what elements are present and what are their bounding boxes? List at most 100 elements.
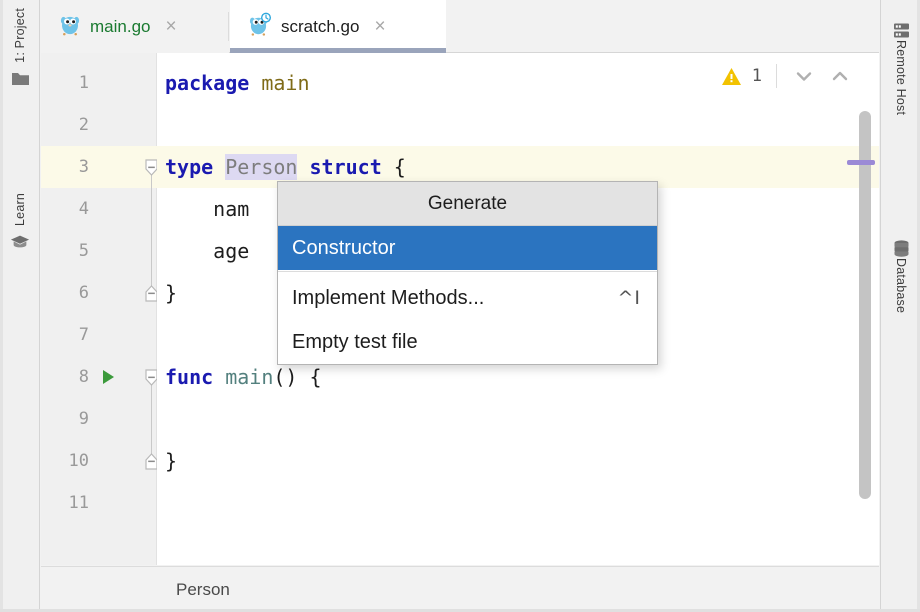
code-token bbox=[249, 71, 261, 95]
line-number: 7 bbox=[41, 325, 89, 345]
tab-divider bbox=[228, 12, 229, 41]
fold-region-line bbox=[151, 167, 152, 293]
popup-menu-item[interactable]: Empty test file bbox=[278, 320, 657, 364]
code-token: } bbox=[165, 449, 177, 473]
sidebar-item-label: Remote Host bbox=[881, 40, 920, 115]
code-line[interactable]: } bbox=[157, 440, 879, 482]
code-line-text: } bbox=[165, 449, 177, 473]
run-gutter-icon[interactable] bbox=[103, 370, 114, 384]
code-line-text: package main bbox=[165, 71, 310, 95]
code-token: () { bbox=[273, 365, 321, 389]
code-token: package bbox=[165, 71, 249, 95]
editor-tab-bar: main.go × bbox=[41, 0, 879, 53]
gutter-row[interactable]: 8 bbox=[41, 356, 157, 398]
tab-label: scratch.go bbox=[281, 17, 359, 37]
breadcrumb-bar: Person bbox=[41, 566, 879, 612]
fold-region-line bbox=[151, 377, 152, 461]
code-token: main bbox=[261, 71, 309, 95]
code-token: age bbox=[165, 239, 249, 263]
ide-window: 1: Project Learn bbox=[0, 0, 920, 612]
warning-count: 1 bbox=[752, 66, 762, 86]
code-token: main bbox=[225, 365, 273, 389]
sidebar-item-label: Database bbox=[881, 258, 920, 313]
warning-triangle-icon[interactable] bbox=[721, 67, 742, 86]
line-number: 2 bbox=[41, 115, 89, 135]
tab-scratch-go[interactable]: scratch.go × bbox=[230, 0, 446, 53]
inspection-widget: 1 bbox=[721, 61, 853, 91]
line-number: 1 bbox=[41, 73, 89, 93]
sidebar-item-label: 1: Project bbox=[0, 8, 40, 63]
folder-icon bbox=[10, 69, 30, 89]
popup-item-label: Empty test file bbox=[292, 331, 418, 354]
gutter-row[interactable]: 9 bbox=[41, 398, 157, 440]
close-icon[interactable]: × bbox=[374, 17, 385, 36]
breadcrumb[interactable]: Person bbox=[176, 580, 230, 600]
code-token bbox=[213, 365, 225, 389]
code-token: type bbox=[165, 155, 213, 179]
code-line-text: age bbox=[165, 239, 249, 263]
code-token: } bbox=[165, 281, 177, 305]
chevron-up-icon[interactable] bbox=[827, 63, 853, 89]
gutter-row[interactable]: 6 bbox=[41, 272, 157, 314]
code-token bbox=[297, 155, 309, 179]
code-line[interactable] bbox=[157, 398, 879, 440]
popup-item-label: Implement Methods... bbox=[292, 287, 484, 310]
gutter-row[interactable]: 1 bbox=[41, 62, 157, 104]
code-line-text: type Person struct { bbox=[165, 155, 406, 179]
gutter-row[interactable]: 5 bbox=[41, 230, 157, 272]
scrollbar-occurrence-marker[interactable] bbox=[847, 160, 875, 165]
code-token: func bbox=[165, 365, 213, 389]
gutter-row[interactable]: 7 bbox=[41, 314, 157, 356]
right-tool-rail: Remote Host Database bbox=[880, 0, 920, 612]
code-token: struct bbox=[310, 155, 382, 179]
gutter-row[interactable]: 11 bbox=[41, 482, 157, 524]
line-number: 4 bbox=[41, 199, 89, 219]
line-number: 3 bbox=[41, 157, 89, 177]
line-number: 11 bbox=[41, 493, 89, 513]
line-number: 9 bbox=[41, 409, 89, 429]
code-line-text: func main() { bbox=[165, 365, 322, 389]
popup-item-list: Constructor Implement Methods... ^I Empty t… bbox=[278, 226, 657, 364]
code-line[interactable] bbox=[157, 104, 879, 146]
gutter-row[interactable]: 3 bbox=[41, 146, 157, 188]
sidebar-item-database[interactable]: Database bbox=[881, 232, 920, 313]
sidebar-item-project[interactable]: 1: Project bbox=[0, 8, 40, 89]
server-icon bbox=[891, 20, 911, 40]
line-number: 6 bbox=[41, 283, 89, 303]
gutter-row[interactable]: 4 bbox=[41, 188, 157, 230]
code-token: nam bbox=[165, 197, 249, 221]
generate-popup: Generate Constructor Implement Methods...… bbox=[277, 181, 658, 365]
sidebar-item-remote-host[interactable]: Remote Host bbox=[881, 14, 920, 115]
tab-main-go[interactable]: main.go × bbox=[41, 0, 229, 53]
code-line-text: } bbox=[165, 281, 177, 305]
tab-label: main.go bbox=[90, 17, 150, 37]
database-icon bbox=[891, 238, 911, 258]
code-line-text: nam bbox=[165, 197, 249, 221]
selected-identifier: Person bbox=[225, 154, 297, 180]
code-token bbox=[213, 155, 225, 179]
graduation-cap-icon bbox=[10, 232, 30, 252]
go-gopher-scratch-icon bbox=[248, 12, 272, 41]
gutter-row[interactable]: 10 bbox=[41, 440, 157, 482]
sidebar-item-learn[interactable]: Learn bbox=[0, 193, 40, 252]
popup-menu-item[interactable]: Implement Methods... ^I bbox=[278, 276, 657, 320]
line-number: 10 bbox=[41, 451, 89, 471]
left-tool-rail: 1: Project Learn bbox=[0, 0, 40, 612]
line-number: 8 bbox=[41, 367, 89, 387]
chevron-down-icon[interactable] bbox=[791, 63, 817, 89]
close-icon[interactable]: × bbox=[165, 17, 176, 36]
rail-left-stripe bbox=[0, 0, 3, 612]
inspection-divider bbox=[776, 64, 777, 88]
sidebar-item-label: Learn bbox=[0, 193, 40, 226]
popup-item-shortcut: ^I bbox=[617, 287, 641, 309]
popup-title: Generate bbox=[278, 182, 657, 226]
go-gopher-icon bbox=[59, 12, 81, 41]
line-number-gutter[interactable]: 1 2 3 4 5 6 7 8 9 10 11 bbox=[41, 53, 157, 565]
code-token: { bbox=[382, 155, 406, 179]
code-line[interactable] bbox=[157, 482, 879, 524]
line-number: 5 bbox=[41, 241, 89, 261]
gutter-row[interactable]: 2 bbox=[41, 104, 157, 146]
popup-menu-item[interactable]: Constructor bbox=[278, 226, 657, 270]
editor-vertical-scrollbar[interactable] bbox=[859, 111, 871, 499]
popup-item-label: Constructor bbox=[292, 237, 395, 260]
